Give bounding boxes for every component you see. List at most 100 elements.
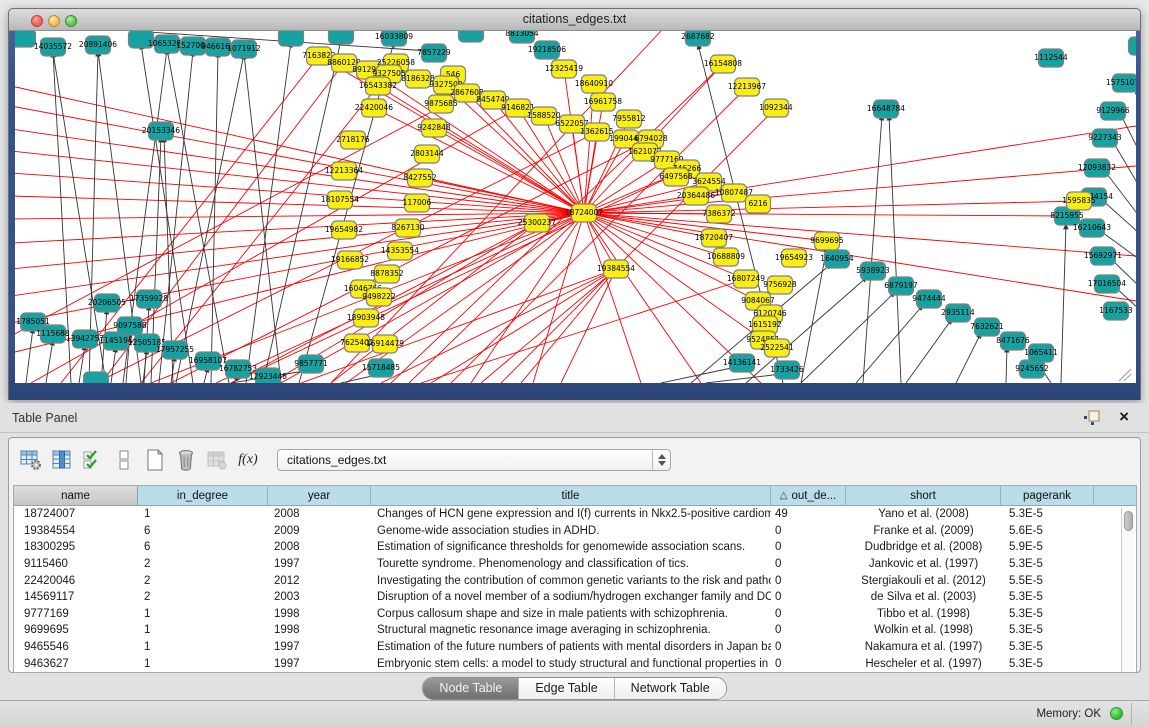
table-row[interactable]: 969969511998Structural magnetic resonanc… bbox=[14, 622, 1136, 639]
graph-node[interactable]: 7857229 bbox=[417, 44, 451, 62]
graph-node[interactable]: 9097588 bbox=[113, 317, 147, 335]
graph-node[interactable]: 6879197 bbox=[884, 277, 918, 295]
graph-node[interactable]: 16648784 bbox=[867, 100, 905, 118]
graph-node[interactable]: 6497568 bbox=[659, 168, 693, 186]
graph-node[interactable]: 12325419 bbox=[545, 60, 583, 78]
graph-node[interactable]: 20891406 bbox=[79, 36, 117, 54]
graph-node[interactable]: 19654982 bbox=[325, 221, 363, 239]
graph-node[interactable]: 2522541 bbox=[760, 339, 794, 357]
select-columns-icon[interactable] bbox=[81, 448, 105, 472]
graph-node[interactable]: 17359928 bbox=[130, 290, 168, 308]
column-header-year[interactable]: year bbox=[268, 486, 371, 505]
graph-node[interactable]: 19166852 bbox=[331, 251, 369, 269]
graph-node[interactable]: 14353554 bbox=[381, 242, 419, 260]
graph-node[interactable] bbox=[279, 31, 304, 46]
table-row[interactable]: 2242004622012Investigating the contribut… bbox=[14, 572, 1136, 589]
graph-node[interactable]: 9245652 bbox=[1015, 360, 1049, 378]
column-header-title[interactable]: title bbox=[371, 486, 771, 505]
graph-node[interactable]: 2935114 bbox=[941, 304, 975, 322]
graph-node[interactable] bbox=[1129, 37, 1137, 55]
graph-node[interactable]: 8878352 bbox=[370, 265, 404, 283]
graph-node[interactable]: 1065411 bbox=[1024, 344, 1058, 362]
graph-node[interactable] bbox=[329, 31, 354, 44]
graph-node[interactable]: 9498222 bbox=[362, 288, 396, 306]
graph-node[interactable]: 12093832 bbox=[1078, 159, 1116, 177]
graph-node[interactable]: 14035572 bbox=[34, 38, 72, 56]
graph-node[interactable]: 2687682 bbox=[681, 31, 715, 46]
graph-node[interactable]: 117006 bbox=[403, 194, 432, 212]
graph-node[interactable]: 15692971 bbox=[1084, 247, 1122, 265]
graph-node[interactable]: 7386372 bbox=[702, 205, 736, 223]
graph-node[interactable]: 12213364 bbox=[325, 162, 363, 180]
graph-node[interactable]: 14136141 bbox=[723, 354, 761, 372]
graph-node[interactable]: 1112544 bbox=[1034, 49, 1068, 67]
graph-node[interactable]: 8427552 bbox=[403, 169, 437, 187]
table-row[interactable]: 1938455462009Genome-wide association stu… bbox=[14, 523, 1136, 540]
table-row[interactable]: 977716911998Corpus callosum shape and si… bbox=[14, 606, 1136, 623]
graph-node[interactable]: 9227343 bbox=[1088, 129, 1122, 147]
graph-node[interactable]: 9875685 bbox=[424, 95, 458, 113]
graph-node[interactable]: 1640954 bbox=[820, 250, 854, 268]
graph-node[interactable]: 2718176 bbox=[336, 131, 370, 149]
show-column-icon[interactable] bbox=[50, 448, 74, 472]
table-row[interactable]: 1830029562008Estimation of significance … bbox=[14, 539, 1136, 556]
graph-node[interactable] bbox=[84, 372, 109, 383]
float-window-icon[interactable] bbox=[1083, 410, 1101, 426]
scrollbar-thumb[interactable] bbox=[1124, 511, 1133, 531]
graph-node[interactable]: 9756928 bbox=[763, 276, 797, 294]
network-canvas[interactable]: 1403557220891406106532871527002946616210… bbox=[15, 31, 1136, 383]
graph-node[interactable]: 9129966 bbox=[1096, 102, 1130, 120]
delete-column-icon[interactable] bbox=[174, 448, 198, 472]
graph-node[interactable]: 8267130 bbox=[391, 219, 425, 237]
graph-node[interactable]: 9474444 bbox=[912, 290, 946, 308]
graph-node[interactable]: 16154808 bbox=[704, 55, 742, 73]
graph-node[interactable]: 7632621 bbox=[970, 318, 1004, 336]
column-header-pagerank[interactable]: pagerank bbox=[1001, 486, 1094, 505]
graph-node[interactable]: 9857771 bbox=[294, 355, 328, 373]
table-row[interactable]: 1456911722003Disruption of a novel membe… bbox=[14, 589, 1136, 606]
graph-node[interactable]: 1167533 bbox=[1099, 302, 1133, 320]
tab-node-table[interactable]: Node Table bbox=[423, 678, 519, 699]
graph-node[interactable]: 1115688 bbox=[36, 325, 70, 343]
table-selector-dropdown[interactable]: citations_edges.txt bbox=[277, 449, 671, 471]
delete-table-icon[interactable] bbox=[205, 448, 229, 472]
graph-node[interactable]: 20153346 bbox=[142, 122, 180, 140]
table-row[interactable]: 946554611997Estimation of the future num… bbox=[14, 639, 1136, 656]
graph-node[interactable]: 1092344 bbox=[759, 99, 793, 117]
graph-node[interactable]: 16961758 bbox=[584, 93, 622, 111]
graph-node[interactable]: 9699695 bbox=[810, 232, 844, 250]
graph-node[interactable]: 6216 bbox=[746, 195, 771, 213]
graph-node[interactable]: 15751074 bbox=[1106, 74, 1136, 92]
graph-node[interactable] bbox=[459, 31, 484, 42]
close-panel-icon[interactable]: × bbox=[1119, 407, 1129, 427]
graph-node[interactable]: 8813054 bbox=[505, 31, 539, 43]
tab-network-table[interactable]: Network Table bbox=[615, 678, 726, 699]
graph-node[interactable]: 16033809 bbox=[375, 31, 413, 46]
column-header-name[interactable]: name bbox=[14, 486, 138, 505]
graph-node[interactable]: 1071912 bbox=[227, 40, 261, 58]
graph-node[interactable]: 10688809 bbox=[707, 248, 745, 266]
table-row[interactable]: 911546021997Tourette syndrome. Phenomeno… bbox=[14, 556, 1136, 573]
column-header-out-de-[interactable]: △out_de... bbox=[771, 486, 846, 505]
graph-node[interactable]: 1733426 bbox=[770, 361, 804, 379]
graph-node[interactable]: 19218506 bbox=[528, 41, 566, 59]
graph-node[interactable]: 18640910 bbox=[575, 75, 613, 93]
graph-node[interactable]: 16807249 bbox=[727, 270, 765, 288]
graph-node[interactable]: 18903948 bbox=[347, 309, 385, 327]
import-table-icon[interactable] bbox=[19, 448, 43, 472]
canvas-resize-grip[interactable] bbox=[1119, 369, 1131, 381]
graph-node[interactable]: 2803144 bbox=[410, 145, 444, 163]
tab-edge-table[interactable]: Edge Table bbox=[519, 678, 614, 699]
column-header-in-degree[interactable]: in_degree bbox=[138, 486, 268, 505]
graph-node[interactable]: 15718485 bbox=[362, 359, 400, 377]
graph-node[interactable]: 9242848 bbox=[417, 119, 451, 137]
rows-icon[interactable] bbox=[112, 448, 136, 472]
function-builder-icon[interactable]: f(x) bbox=[236, 448, 260, 472]
memory-ok-indicator-icon[interactable] bbox=[1110, 707, 1123, 720]
graph-node[interactable]: 7955812 bbox=[612, 110, 646, 128]
graph-node[interactable]: 12213967 bbox=[728, 78, 766, 96]
window-titlebar[interactable]: citations_edges.txt bbox=[9, 9, 1140, 31]
graph-node[interactable]: 1595835 bbox=[1062, 192, 1096, 210]
graph-node[interactable]: 5938923 bbox=[856, 262, 890, 280]
table-row[interactable]: 946362711997Embryonic stem cells: a mode… bbox=[14, 655, 1136, 672]
